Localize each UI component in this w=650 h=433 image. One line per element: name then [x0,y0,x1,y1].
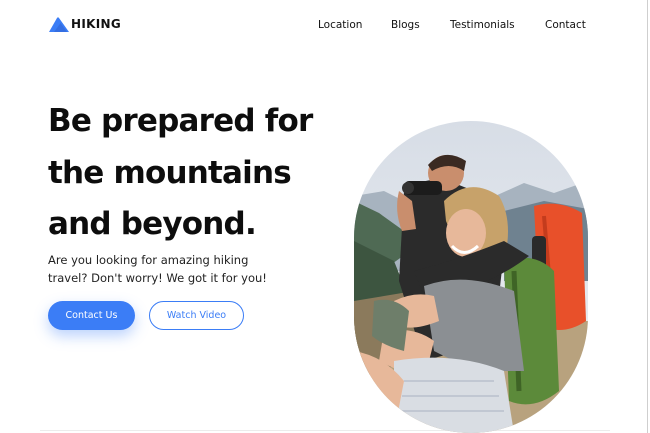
watch-video-button[interactable]: Watch Video [149,301,244,330]
nav-blogs[interactable]: Blogs [391,19,420,31]
brand-name: HIKING [71,17,121,31]
hero-headline: Be prepared for the mountains and beyond… [48,103,313,242]
page-border [647,0,648,433]
brand-logo[interactable]: HIKING [48,14,121,34]
nav-contact[interactable]: Contact [545,19,586,31]
contact-us-button[interactable]: Contact Us [48,301,135,330]
hero-subtext: Are you looking for amazing hiking trave… [48,253,267,285]
mountain-icon [48,14,70,34]
nav-testimonials[interactable]: Testimonials [450,19,515,31]
nav-location[interactable]: Location [318,19,362,31]
hero-photo [354,121,588,433]
footer-divider [40,430,610,431]
